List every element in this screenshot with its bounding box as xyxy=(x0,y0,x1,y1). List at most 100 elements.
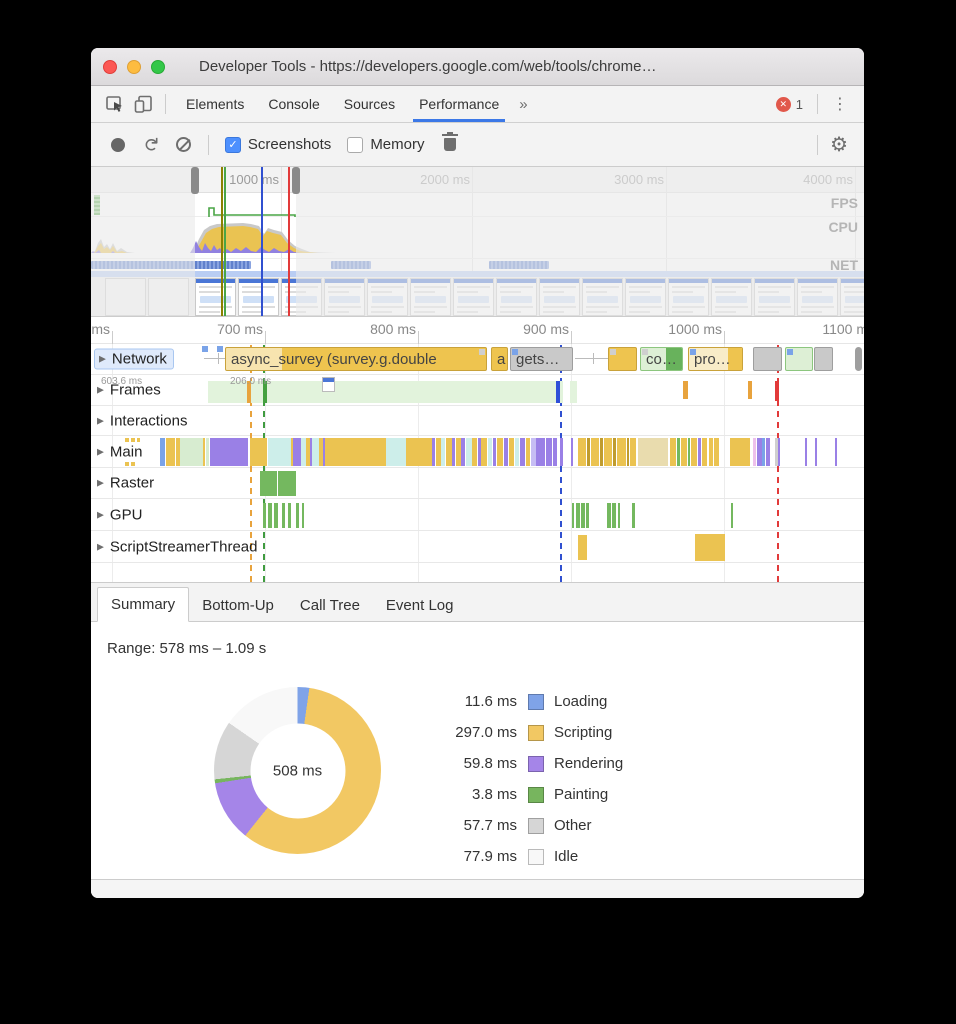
flame-bar[interactable] xyxy=(282,503,285,528)
flame-bar[interactable] xyxy=(293,438,301,466)
flame-bar[interactable] xyxy=(268,503,272,528)
flame-bar[interactable] xyxy=(578,438,586,466)
track-row-main[interactable]: ▶Main xyxy=(91,436,864,468)
network-request-bar[interactable]: co… xyxy=(640,347,683,371)
track-label-sst[interactable]: ▶ScriptStreamerThread xyxy=(97,538,257,555)
tab-console[interactable]: Console xyxy=(256,86,331,122)
flame-bar[interactable] xyxy=(125,438,129,442)
flame-bar[interactable] xyxy=(526,438,530,466)
flame-bar[interactable] xyxy=(695,534,725,561)
flame-bar[interactable] xyxy=(406,438,426,466)
flame-bar[interactable] xyxy=(203,438,205,466)
flame-bar[interactable] xyxy=(586,503,589,528)
flame-bar[interactable] xyxy=(587,438,590,466)
flame-bar[interactable] xyxy=(553,438,557,466)
flame-bar[interactable] xyxy=(504,438,508,466)
memory-toggle[interactable]: Memory xyxy=(347,136,424,153)
flame-bar[interactable] xyxy=(263,503,266,528)
screenshots-toggle[interactable]: ✓ Screenshots xyxy=(225,136,331,153)
flame-bar[interactable] xyxy=(497,438,503,466)
flame-bar[interactable] xyxy=(488,438,492,466)
selection-left-handle[interactable] xyxy=(191,167,199,194)
minimize-window-button[interactable] xyxy=(127,60,141,74)
flame-bar[interactable] xyxy=(546,438,552,466)
flame-bar[interactable] xyxy=(815,438,817,466)
clear-recording-icon[interactable] xyxy=(176,137,191,152)
network-request-bar[interactable]: a xyxy=(491,347,508,371)
flame-bar[interactable] xyxy=(683,381,688,399)
flame-bar[interactable] xyxy=(325,438,332,466)
flame-bar[interactable] xyxy=(627,438,629,466)
flame-bar[interactable] xyxy=(166,438,175,466)
detail-tab-summary[interactable]: Summary xyxy=(97,587,189,622)
flame-bar[interactable] xyxy=(278,471,296,496)
selection-right-handle[interactable] xyxy=(292,167,300,194)
flame-bar[interactable] xyxy=(461,438,465,466)
flame-bar[interactable] xyxy=(730,438,750,466)
flame-bar[interactable] xyxy=(753,438,756,466)
flame-chart[interactable]: ms700 ms800 ms900 ms1000 ms1100 ms async… xyxy=(91,317,864,583)
screenshots-checkbox[interactable]: ✓ xyxy=(225,137,241,153)
flame-bar[interactable] xyxy=(250,438,267,466)
flame-bar[interactable] xyxy=(691,438,697,466)
flame-bar[interactable] xyxy=(775,381,779,401)
reload-and-profile-icon[interactable]: ↻ xyxy=(138,137,161,153)
flame-bar[interactable] xyxy=(125,462,129,466)
flame-bar[interactable] xyxy=(714,438,719,466)
flame-bar[interactable] xyxy=(677,438,680,466)
flame-bar[interactable] xyxy=(778,438,780,466)
flame-bar[interactable] xyxy=(681,438,687,466)
flame-bar[interactable] xyxy=(332,438,386,466)
network-request-bar[interactable]: pro… xyxy=(688,347,743,371)
flame-bar[interactable] xyxy=(578,535,587,560)
flame-bar[interactable] xyxy=(260,471,277,496)
flame-bar[interactable] xyxy=(137,438,140,442)
screenshot-thumbnail[interactable] xyxy=(195,278,236,316)
close-window-button[interactable] xyxy=(103,60,117,74)
flame-bar[interactable] xyxy=(630,438,636,466)
track-label-interactions[interactable]: ▶Interactions xyxy=(97,412,187,429)
flame-bar[interactable] xyxy=(131,462,135,466)
flame-bar[interactable] xyxy=(296,503,299,528)
trash-icon[interactable] xyxy=(444,138,456,151)
flame-bar[interactable] xyxy=(612,503,616,528)
detail-tab-call-tree[interactable]: Call Tree xyxy=(287,589,373,622)
flame-bar[interactable] xyxy=(613,438,616,466)
flame-bar[interactable] xyxy=(607,503,611,528)
flame-bar[interactable] xyxy=(835,438,837,466)
flame-bar[interactable] xyxy=(274,503,278,528)
tab-elements[interactable]: Elements xyxy=(174,86,256,122)
flame-bar[interactable] xyxy=(206,438,209,466)
screenshot-marker-icon[interactable] xyxy=(322,377,335,392)
flame-bar[interactable] xyxy=(698,438,701,466)
flame-bar[interactable] xyxy=(688,438,690,466)
tab-performance[interactable]: Performance xyxy=(407,86,511,122)
flame-bar[interactable] xyxy=(515,438,519,466)
tab-sources[interactable]: Sources xyxy=(332,86,407,122)
flame-bar[interactable] xyxy=(571,438,573,466)
flame-bar[interactable] xyxy=(766,438,770,466)
flame-bar[interactable] xyxy=(581,503,585,528)
track-row-frames[interactable]: 603.6 ms206.0 ms▶Frames xyxy=(91,375,864,406)
device-toolbar-icon[interactable] xyxy=(129,91,157,117)
network-request-bar[interactable] xyxy=(753,347,782,371)
flame-bar[interactable] xyxy=(302,503,304,528)
memory-checkbox[interactable] xyxy=(347,137,363,153)
track-label-main[interactable]: ▶Main xyxy=(97,443,142,460)
flame-bar[interactable] xyxy=(618,503,620,528)
flame-bar[interactable] xyxy=(572,503,574,528)
flame-bar[interactable] xyxy=(617,438,626,466)
timeline-overview[interactable]: 1000 ms2000 ms3000 ms4000 ms FPS CPU xyxy=(91,167,864,317)
network-request-bar[interactable]: gets… xyxy=(510,347,573,371)
track-row-interactions[interactable]: ▶Interactions xyxy=(91,406,864,436)
flame-bar[interactable] xyxy=(702,438,707,466)
track-label-gpu[interactable]: ▶GPU xyxy=(97,506,142,523)
flame-bar[interactable] xyxy=(452,438,455,466)
detail-tab-event-log[interactable]: Event Log xyxy=(373,589,467,622)
flame-bar[interactable] xyxy=(268,438,291,466)
vertical-scrollbar-thumb[interactable] xyxy=(855,347,862,371)
flame-bar[interactable] xyxy=(556,381,560,403)
flame-bar[interactable] xyxy=(748,381,752,399)
track-row-network[interactable]: async_survey (survey.g.doubleagets…co…pr… xyxy=(91,344,864,375)
flame-bar[interactable] xyxy=(670,438,676,466)
